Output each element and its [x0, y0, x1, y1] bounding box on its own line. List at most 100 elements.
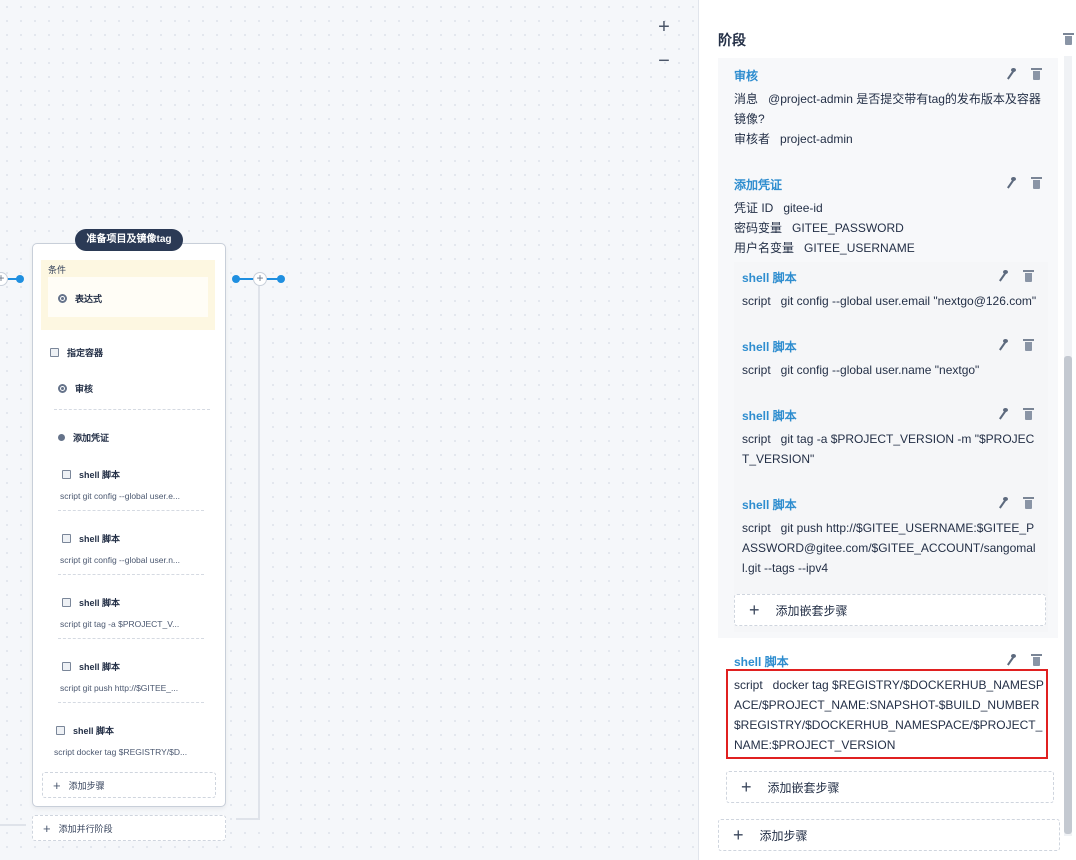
step-container[interactable]: 指定容器	[50, 346, 103, 359]
step-shell-5[interactable]: shell 脚本	[56, 724, 114, 737]
parallel-branch-line	[258, 286, 260, 820]
field-key: 审核者	[734, 132, 771, 146]
condition-expression-item[interactable]: 表达式	[58, 292, 102, 305]
right-add-stage-icon[interactable]: +	[253, 272, 267, 286]
edit-credential-icon[interactable]	[1005, 177, 1017, 189]
right-connector-dot-start	[232, 275, 240, 283]
field-value: git config --global user.name "nextgo"	[780, 363, 980, 377]
add-parallel-stage-label: 添加并行阶段	[58, 823, 113, 834]
delete-shell-icon[interactable]	[1023, 497, 1034, 509]
zoom-out-button[interactable]: −	[654, 51, 674, 71]
field-value: @project-admin 是否提交带有tag的发布版本及容器镜像?	[734, 92, 1041, 126]
field-value: git push http://$GITEE_USERNAME:$GITEE_P…	[742, 521, 1036, 575]
delete-stage-icon[interactable]	[1063, 33, 1074, 45]
review-title[interactable]: 审核	[734, 67, 758, 84]
divider	[58, 574, 204, 576]
field-value: project-admin	[780, 132, 853, 146]
nested-shell-script-3: script git tag -a $PROJECT_VERSION -m "$P…	[742, 429, 1038, 469]
delete-credential-icon[interactable]	[1031, 177, 1042, 189]
field-value: git tag -a $PROJECT_VERSION -m "$PROJECT…	[742, 432, 1035, 466]
divider	[58, 638, 204, 640]
nested-shell-script-2: script git config --global user.name "nex…	[742, 360, 1042, 380]
field-value: git config --global user.email "nextgo@1…	[780, 294, 1037, 308]
panel-scrollbar-thumb[interactable]	[1064, 356, 1072, 834]
add-parallel-stage-button[interactable]: + 添加并行阶段	[32, 815, 226, 841]
plus-icon: +	[53, 777, 61, 793]
step-shell-4[interactable]: shell 脚本	[62, 660, 120, 673]
shell-title[interactable]: shell 脚本	[734, 653, 789, 670]
field-key: script	[742, 521, 771, 535]
left-connector-dot	[16, 275, 24, 283]
field-key: 用户名变量	[734, 241, 795, 255]
step-title: shell 脚本	[79, 598, 121, 608]
step-desc: script git config --global user.n...	[60, 555, 181, 565]
terminal-icon	[62, 662, 71, 671]
step-review[interactable]: 审核	[58, 382, 93, 395]
step-title: shell 脚本	[79, 470, 121, 480]
add-nested-step-label: 添加嵌套步骤	[767, 780, 840, 795]
field-key: 密码变量	[734, 221, 783, 235]
add-step-label: 添加步骤	[68, 780, 105, 791]
step-shell-2[interactable]: shell 脚本	[62, 532, 120, 545]
field-value: GITEE_USERNAME	[804, 241, 915, 255]
add-nested-step-label: 添加嵌套步骤	[775, 603, 848, 618]
delete-review-icon[interactable]	[1031, 68, 1042, 80]
review-icon	[58, 384, 67, 393]
panel-title: 阶段	[718, 32, 746, 48]
step-title: shell 脚本	[79, 662, 121, 672]
plus-icon: +	[733, 825, 744, 845]
highlight-box	[726, 669, 1048, 759]
edit-shell-icon[interactable]	[997, 408, 1009, 420]
edit-shell-icon[interactable]	[1005, 654, 1017, 666]
step-shell-1[interactable]: shell 脚本	[62, 468, 120, 481]
plus-icon: +	[749, 600, 760, 620]
divider	[58, 702, 204, 704]
step-desc: script git config --global user.e...	[60, 491, 181, 501]
field-key: script	[742, 432, 771, 446]
stage-title[interactable]: 准备项目及镜像tag	[75, 229, 183, 251]
credential-password-var: 密码变量 GITEE_PASSWORD	[734, 218, 904, 238]
delete-shell-icon[interactable]	[1023, 408, 1034, 420]
step-title: 审核	[75, 384, 94, 394]
credential-username-var: 用户名变量 GITEE_USERNAME	[734, 238, 915, 258]
delete-shell-icon[interactable]	[1023, 339, 1034, 351]
terminal-icon	[56, 726, 65, 735]
step-shell-3[interactable]: shell 脚本	[62, 596, 120, 609]
credential-title[interactable]: 添加凭证	[734, 176, 782, 193]
edit-review-icon[interactable]	[1005, 68, 1017, 80]
field-key: 凭证 ID	[734, 201, 774, 215]
step-desc: script git push http://$GITEE_...	[60, 683, 179, 693]
delete-shell-icon[interactable]	[1023, 270, 1034, 282]
terminal-icon	[62, 534, 71, 543]
zoom-in-button[interactable]: +	[654, 17, 674, 37]
nested-shell-title-3[interactable]: shell 脚本	[742, 407, 797, 424]
edit-shell-icon[interactable]	[997, 497, 1009, 509]
field-value: GITEE_PASSWORD	[792, 221, 904, 235]
add-step-button[interactable]: + 添加步骤	[42, 772, 216, 798]
edit-shell-icon[interactable]	[997, 270, 1009, 282]
nested-shell-title-4[interactable]: shell 脚本	[742, 496, 797, 513]
add-nested-step-outer-button[interactable]: + 添加嵌套步骤	[726, 771, 1054, 803]
add-step-label: 添加步骤	[759, 828, 808, 843]
divider	[58, 510, 204, 512]
credential-id: 凭证 ID gitee-id	[734, 198, 823, 218]
condition-expression-label: 表达式	[75, 294, 103, 304]
step-title: 添加凭证	[73, 433, 110, 443]
terminal-icon	[62, 470, 71, 479]
left-branch-line-bottom	[0, 824, 26, 826]
add-nested-step-inner-button[interactable]: + 添加嵌套步骤	[734, 594, 1046, 626]
step-add-credential[interactable]: 添加凭证	[58, 431, 109, 444]
review-message: 消息 @project-admin 是否提交带有tag的发布版本及容器镜像?	[734, 89, 1046, 129]
condition-label: 条件	[48, 265, 67, 275]
nested-shell-title-1[interactable]: shell 脚本	[742, 269, 797, 286]
field-key: script	[742, 294, 771, 308]
parallel-branch-line-bottom	[236, 818, 258, 820]
divider	[54, 409, 210, 411]
add-step-panel-button[interactable]: + 添加步骤	[718, 819, 1060, 851]
nested-shell-title-2[interactable]: shell 脚本	[742, 338, 797, 355]
delete-shell-icon[interactable]	[1031, 654, 1042, 666]
key-icon	[58, 434, 65, 441]
nested-shell-script-4: script git push http://$GITEE_USERNAME:$G…	[742, 518, 1038, 578]
edit-shell-icon[interactable]	[997, 339, 1009, 351]
plus-icon: +	[43, 820, 51, 836]
